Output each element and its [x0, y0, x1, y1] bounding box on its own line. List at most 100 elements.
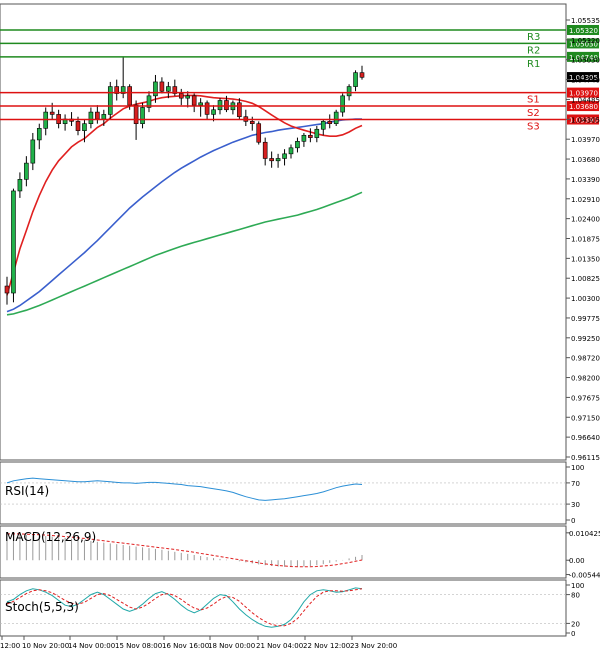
- macd-tick-label: 0.010425: [569, 530, 600, 538]
- candle-body: [88, 111, 94, 124]
- y-tick-label: 0.99250: [571, 335, 600, 343]
- x-tick-label: 10 Nov 20:00: [22, 642, 69, 650]
- candle: [107, 81, 113, 120]
- rsi-tick-label: 30: [571, 501, 580, 509]
- candle-body: [295, 141, 300, 149]
- x-axis: 12:00 10 Nov 20:0014 Nov 00:00 15 Nov 08:0…: [0, 636, 397, 650]
- candle-body: [217, 100, 223, 111]
- candle-body: [17, 179, 23, 192]
- candle-body: [198, 102, 203, 106]
- candle-body: [320, 121, 326, 130]
- stoch-tick-label: 80: [571, 592, 580, 600]
- candle-body: [24, 162, 29, 180]
- candle-body: [36, 128, 42, 141]
- forex-chart: R3 1.05320 R2 1.05030 R1 1.04740 S1 1.03970 S2 1.…: [0, 3, 600, 650]
- x-tick-label: 21 Nov 04:00: [256, 642, 303, 650]
- candle-body: [4, 285, 10, 294]
- level-name-r3: R3: [527, 32, 540, 43]
- candle-body: [191, 95, 197, 106]
- candle-body: [346, 86, 352, 97]
- x-tick-label: 18 Nov 00:00: [208, 642, 255, 650]
- main-y-axis: 1.05535 1.05320 1.05030 1.04740 1.04485 1.043…: [566, 17, 600, 462]
- candle-body: [49, 111, 55, 115]
- candle-body: [153, 81, 158, 97]
- candle: [333, 109, 339, 127]
- macd-label: MACD(12,26,9): [5, 530, 96, 544]
- level-name-r2: R2: [527, 45, 540, 56]
- candle-body: [359, 72, 365, 78]
- candle-body: [211, 109, 216, 115]
- y-tick-label: 1.05535: [571, 17, 600, 25]
- candle-body: [333, 111, 339, 124]
- y-tick-label: 1.05030: [571, 57, 600, 65]
- y-tick-label: 1.00300: [571, 295, 600, 303]
- y-tick-label: 1.04740: [571, 77, 600, 85]
- candle-body: [11, 190, 16, 294]
- y-tick-label: 0.99775: [571, 315, 600, 323]
- macd-tick-label: 0.00: [569, 557, 585, 565]
- level-price-label: 1.05320: [569, 27, 598, 35]
- candle-body: [327, 121, 333, 124]
- y-tick-label: 0.97150: [571, 414, 600, 422]
- y-tick-label: 1.00825: [571, 275, 600, 283]
- candle-body: [133, 104, 139, 124]
- x-tick-label: 15 Nov 08:00: [115, 642, 162, 650]
- candle-body: [314, 128, 320, 138]
- y-tick-label: 1.04485: [571, 96, 600, 104]
- y-tick-label: 0.96115: [571, 454, 600, 462]
- candle-body: [75, 121, 81, 131]
- y-tick-label: 1.02910: [571, 196, 600, 204]
- candle-body: [256, 123, 262, 143]
- level-name-s1: S1: [527, 95, 540, 106]
- level-name-r1: R1: [527, 59, 540, 70]
- candle-body: [127, 86, 132, 106]
- y-tick-label: 1.03390: [571, 176, 600, 184]
- candle-body: [204, 102, 210, 115]
- rsi-tick-label: 100: [571, 464, 584, 472]
- main-panel-frame: [0, 3, 567, 461]
- stoch-tick-label: 100: [571, 582, 584, 590]
- y-tick-label: 0.98720: [571, 355, 600, 363]
- candle-body: [353, 72, 358, 87]
- y-tick-label: 1.04305: [571, 116, 600, 124]
- y-tick-label: 0.98200: [571, 375, 600, 383]
- y-tick-label: 1.05320: [571, 37, 600, 45]
- rsi-panel-frame: [0, 461, 567, 525]
- candle-body: [269, 158, 274, 162]
- y-tick-label: 1.01350: [571, 255, 600, 263]
- candle: [11, 188, 16, 303]
- candle-body: [159, 81, 165, 92]
- candle-body: [140, 107, 145, 124]
- rsi-tick-label: 70: [571, 480, 580, 488]
- y-tick-label: 1.03970: [571, 136, 600, 144]
- candle-body: [301, 134, 307, 142]
- candle-body: [107, 86, 113, 115]
- candle-body: [340, 95, 345, 113]
- candle-body: [82, 123, 87, 131]
- x-tick-label: 12:00: [0, 642, 20, 650]
- x-tick-label: 22 Nov 12:00: [303, 642, 350, 650]
- y-tick-label: 1.03680: [571, 156, 600, 164]
- candle-body: [262, 141, 268, 159]
- candle-body: [288, 147, 294, 155]
- stoch-tick-label: 0: [571, 630, 575, 638]
- rsi-label: RSI(14): [5, 484, 49, 498]
- candle-body: [185, 95, 191, 99]
- candle-body: [224, 100, 229, 111]
- candle-body: [308, 134, 313, 138]
- stoch-tick-label: 20: [571, 620, 580, 628]
- candle-body: [275, 158, 281, 162]
- y-tick-label: 1.01875: [571, 236, 600, 244]
- y-tick-label: 0.96640: [571, 434, 600, 442]
- candle-body: [101, 114, 107, 120]
- macd-tick-label: -0.005445: [569, 572, 600, 580]
- candle-body: [249, 121, 255, 124]
- level-name-s3: S3: [527, 122, 540, 133]
- x-tick-label: 16 Nov 16:00: [162, 642, 209, 650]
- level-name-s2: S2: [527, 108, 540, 119]
- candle-body: [282, 153, 287, 159]
- candle: [256, 121, 262, 145]
- candle-body: [95, 111, 100, 120]
- stoch-panel-frame: [0, 579, 567, 637]
- stoch-label: Stoch(5,5,3): [5, 600, 79, 614]
